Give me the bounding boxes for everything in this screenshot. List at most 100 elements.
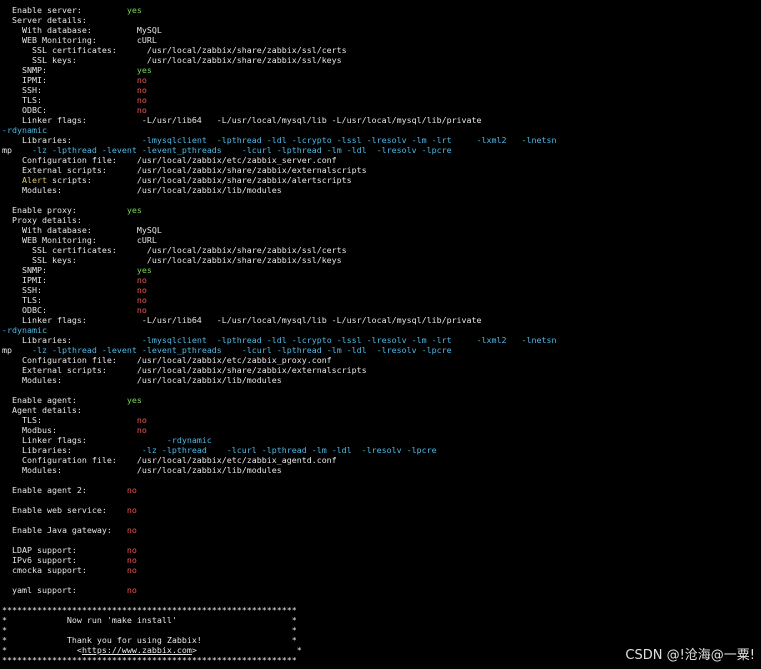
terminal-line: LDAP support: no (2, 545, 759, 555)
terminal-line: ODBC: no (2, 105, 759, 115)
terminal-text: yes (136, 65, 152, 75)
terminal-text: Libraries: (2, 135, 142, 145)
zabbix-link[interactable]: https://www.zabbix.com (82, 645, 192, 655)
terminal-text: Enable server: (2, 5, 127, 15)
terminal-text: Agent details: (2, 405, 82, 415)
terminal-line: With database: MySQL (2, 225, 759, 235)
terminal-text: SSL certificates: /usr/local/zabbix/shar… (2, 245, 347, 255)
terminal-output: Enable server: yes Server details: With … (2, 5, 759, 665)
terminal-line: Libraries: -lmysqlclient -lpthread -ldl … (2, 135, 759, 145)
terminal-text: cmocka support: (2, 565, 127, 575)
terminal-line: Enable proxy: yes (2, 205, 759, 215)
terminal-line: Libraries: -lz -lpthread -lcurl -lpthrea… (2, 445, 759, 455)
terminal-text: no (136, 295, 147, 305)
terminal-text: External scripts: /usr/local/zabbix/shar… (2, 165, 367, 175)
terminal-line: Agent details: (2, 405, 759, 415)
terminal-line: Enable server: yes (2, 5, 759, 15)
terminal-text: Proxy details: (2, 215, 82, 225)
terminal-line: SSL certificates: /usr/local/zabbix/shar… (2, 45, 759, 55)
terminal-text: -rdynamic (2, 325, 47, 335)
terminal-line: Alert scripts: /usr/local/zabbix/share/z… (2, 175, 759, 185)
terminal-text: no (126, 565, 137, 575)
terminal-text: Linker flags: -L/usr/lib64 -L/usr/local/… (2, 315, 482, 325)
terminal-line: Linker flags: -L/usr/lib64 -L/usr/local/… (2, 315, 759, 325)
terminal-line: Configuration file: /usr/local/zabbix/et… (2, 155, 759, 165)
terminal-line: TLS: no (2, 95, 759, 105)
terminal-line: Proxy details: (2, 215, 759, 225)
terminal-text: Linker flags: -L/usr/lib64 -L/usr/local/… (2, 115, 482, 125)
terminal-text: SSH: (2, 85, 137, 95)
terminal-text: mp (2, 145, 32, 155)
terminal-text: Modules: /usr/local/zabbix/lib/modules (2, 375, 282, 385)
terminal-line: -rdynamic (2, 125, 759, 135)
terminal-text: With database: MySQL (2, 225, 162, 235)
terminal-line: mp -lz -lpthread -levent -levent_pthread… (2, 345, 759, 355)
terminal-text: Linker flags: (2, 435, 167, 445)
terminal-text: -rdynamic (2, 125, 47, 135)
terminal-line: SSL keys: /usr/local/zabbix/share/zabbix… (2, 55, 759, 65)
terminal-text: mp (2, 345, 32, 355)
terminal-line: IPv6 support: no (2, 555, 759, 565)
terminal-text: yaml support: (2, 585, 127, 595)
terminal-line: TLS: no (2, 295, 759, 305)
terminal-text: WEB Monitoring: cURL (2, 35, 157, 45)
terminal-line: Enable agent 2: no (2, 485, 759, 495)
terminal-text: Configuration file: /usr/local/zabbix/et… (2, 355, 332, 365)
terminal-line: TLS: no (2, 415, 759, 425)
terminal-text: Enable agent: (2, 395, 127, 405)
terminal-text: Configuration file: /usr/local/zabbix/et… (2, 455, 337, 465)
terminal-text: yes (126, 395, 142, 405)
terminal-text: -lmysqlclient -lpthread -ldl -lcrypto -l… (141, 335, 557, 345)
terminal-text: Modbus: (2, 425, 137, 435)
terminal-text: no (126, 555, 137, 565)
terminal-text: Enable web service: (2, 505, 127, 515)
terminal-line: Enable Java gateway: no (2, 525, 759, 535)
terminal-text: * * (2, 625, 297, 635)
terminal-text: -lz -lpthread -levent -levent_pthreads -… (31, 345, 452, 355)
terminal-text: > * (191, 645, 302, 655)
csdn-watermark: CSDN @!沧海@一粟! (625, 648, 755, 663)
terminal-line: IPMI: no (2, 75, 759, 85)
terminal-text: no (136, 95, 147, 105)
terminal-line: SSL keys: /usr/local/zabbix/share/zabbix… (2, 255, 759, 265)
terminal-line: Modbus: no (2, 425, 759, 435)
terminal-line: Modules: /usr/local/zabbix/lib/modules (2, 375, 759, 385)
terminal-text: TLS: (2, 295, 137, 305)
terminal-line: WEB Monitoring: cURL (2, 235, 759, 245)
terminal-text: -lz -lpthread -levent -levent_pthreads -… (31, 145, 452, 155)
terminal-line: With database: MySQL (2, 25, 759, 35)
terminal-line: Server details: (2, 15, 759, 25)
terminal-text: ODBC: (2, 305, 137, 315)
terminal-line: ****************************************… (2, 605, 759, 615)
terminal-line: -rdynamic (2, 325, 759, 335)
terminal-line: Enable agent: yes (2, 395, 759, 405)
terminal-text: no (126, 585, 137, 595)
terminal-line: Linker flags: -rdynamic (2, 435, 759, 445)
terminal-text: Enable agent 2: (2, 485, 127, 495)
terminal-text: IPv6 support: (2, 555, 127, 565)
terminal-line: SSL certificates: /usr/local/zabbix/shar… (2, 245, 759, 255)
terminal-text: SSL keys: /usr/local/zabbix/share/zabbix… (2, 55, 342, 65)
terminal-text: Modules: /usr/local/zabbix/lib/modules (2, 185, 282, 195)
terminal-line: ODBC: no (2, 305, 759, 315)
terminal-text: SSL keys: /usr/local/zabbix/share/zabbix… (2, 255, 342, 265)
terminal-text: ****************************************… (2, 605, 297, 615)
terminal-text: no (136, 105, 147, 115)
terminal-line: WEB Monitoring: cURL (2, 35, 759, 45)
terminal-text: no (126, 505, 137, 515)
terminal-text: ODBC: (2, 105, 137, 115)
terminal-line: cmocka support: no (2, 565, 759, 575)
terminal-text: no (136, 85, 147, 95)
terminal-text: -lz -lpthread -lcurl -lpthread -lm -ldl … (141, 445, 437, 455)
terminal-text: Libraries: (2, 335, 142, 345)
terminal-text: SNMP: (2, 65, 137, 75)
terminal-line: * Now run 'make install' * (2, 615, 759, 625)
terminal-text: Libraries: (2, 445, 142, 455)
terminal-text: IPMI: (2, 275, 137, 285)
